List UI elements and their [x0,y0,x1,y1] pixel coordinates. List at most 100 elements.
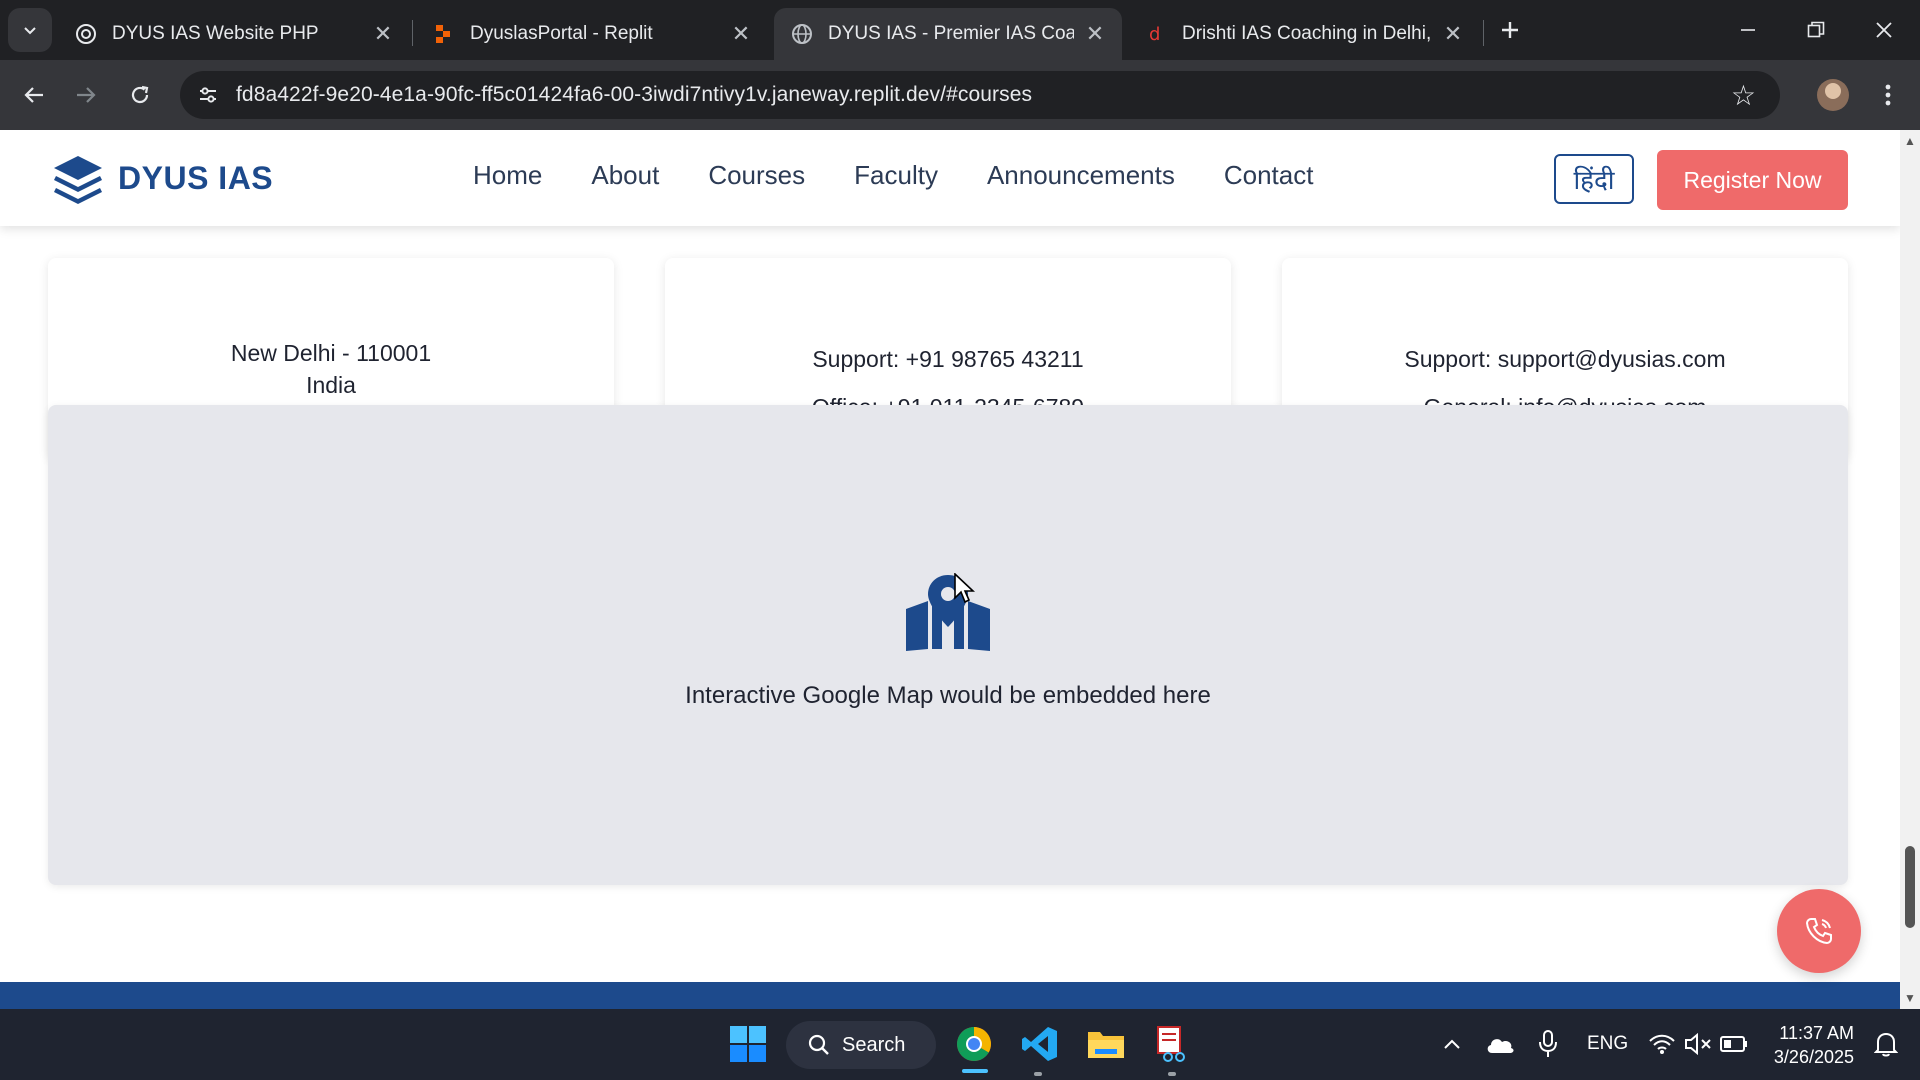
snipping-tool-icon [1157,1026,1185,1062]
scrollbar-thumb[interactable] [1905,846,1915,928]
layers-logo-icon [54,156,102,204]
folder-icon [1088,1032,1124,1058]
restore-icon [1807,21,1825,38]
wifi-icon [1649,1034,1675,1054]
reload-icon [131,85,149,104]
new-tab-button[interactable] [1490,10,1530,50]
footer-top-band [0,982,1900,1009]
browser-tab-1[interactable]: DYUS IAS Website PHP ✕ [58,8,410,60]
minimize-icon [1741,29,1755,31]
tab-title: DYUS IAS - Premier IAS Coachir [828,23,1074,44]
tab-title: DyuslasPortal - Replit [470,23,653,44]
nav-contact[interactable]: Contact [1224,160,1314,191]
running-app-indicator [1168,1072,1176,1076]
bookmark-star-icon[interactable]: ☆ [1731,79,1756,112]
site-info-icon[interactable] [194,81,222,109]
vscode-icon [1022,1027,1057,1061]
browser-tab-2[interactable]: DyuslasPortal - Replit ✕ [416,8,768,60]
battery-button[interactable] [1712,1022,1756,1066]
nav-about[interactable]: About [591,160,659,191]
close-icon[interactable]: ✕ [730,21,752,47]
close-icon[interactable]: ✕ [372,21,394,47]
microphone-icon [1539,1030,1557,1057]
page-scrollbar[interactable]: ▲ ▼ [1900,130,1920,1009]
support-phone: Support: +91 98765 43211 [812,346,1084,372]
tab-title: DYUS IAS Website PHP [112,23,319,44]
url-text: fd8a422f-9e20-4e1a-90fc-ff5c01424fa6-00-… [236,83,1033,106]
profile-avatar[interactable] [1817,79,1849,111]
chevron-down-icon [24,27,36,35]
notifications-button[interactable] [1864,1022,1908,1066]
back-button[interactable] [12,73,56,117]
windows-start-button[interactable] [726,1022,770,1066]
windows-taskbar: Search ENG 11:37 AM 3/26/2025 [0,1009,1920,1080]
chevron-up-icon [1444,1039,1460,1049]
tab-search-button[interactable] [8,8,52,52]
register-now-button[interactable]: Register Now [1657,150,1848,210]
chrome-icon [957,1027,991,1061]
nav-faculty[interactable]: Faculty [854,160,938,191]
onedrive-button[interactable] [1478,1022,1522,1066]
address-line: New Delhi - 110001 [230,340,432,366]
active-app-indicator [962,1069,988,1073]
plus-icon [1502,22,1518,38]
hindi-language-button[interactable]: हिंदी [1554,154,1634,204]
svg-text:d: d [1149,24,1160,45]
taskbar-vscode[interactable] [1018,1022,1062,1066]
minimize-button[interactable] [1714,0,1782,60]
clock-time: 11:37 AM [1779,1023,1854,1043]
taskbar-clock[interactable]: 11:37 AM 3/26/2025 [1770,1021,1854,1069]
browser-tab-4[interactable]: d Drishti IAS Coaching in Delhi, B ✕ [1128,8,1480,60]
brand-name: DYUS IAS [118,159,274,196]
battery-icon [1720,1036,1747,1052]
taskbar-search[interactable]: Search [786,1021,936,1069]
map-placeholder: Interactive Google Map would be embedded… [48,405,1848,885]
openai-icon [74,22,98,46]
tab-separator [1483,20,1484,46]
chrome-menu-button[interactable] [1866,73,1910,117]
support-email: Support: support@dyusias.com [1404,346,1726,372]
notification-bell-icon [1874,1032,1898,1057]
more-vertical-icon [1885,84,1891,106]
tab-title: Drishti IAS Coaching in Delhi, B [1182,23,1432,44]
browser-tab-strip: DYUS IAS Website PHP ✕ DyuslasPortal - R… [0,0,1920,60]
address-bar[interactable]: fd8a422f-9e20-4e1a-90fc-ff5c01424fa6-00-… [180,71,1780,119]
arrow-left-icon [24,87,43,103]
close-icon[interactable]: ✕ [1442,21,1464,47]
cloud-icon [1487,1039,1514,1053]
address-country: India [306,372,356,398]
search-label: Search [842,1033,906,1056]
scroll-down-icon[interactable]: ▼ [1903,991,1917,1005]
browser-toolbar: fd8a422f-9e20-4e1a-90fc-ff5c01424fa6-00-… [0,60,1920,130]
search-icon [808,1034,829,1055]
volume-muted-icon [1685,1033,1711,1055]
browser-tab-3[interactable]: DYUS IAS - Premier IAS Coachir ✕ [774,8,1122,60]
scroll-up-icon[interactable]: ▲ [1903,134,1917,148]
windows-logo-icon [730,1026,766,1062]
map-marker-icon [906,575,990,651]
phone-icon [1805,918,1832,945]
microphone-button[interactable] [1526,1022,1570,1066]
taskbar-snipping-tool[interactable] [1150,1022,1194,1066]
main-nav: Home About Courses Faculty Announcements… [473,160,1362,191]
clock-date: 3/26/2025 [1773,1047,1854,1067]
arrow-right-icon [77,87,96,103]
show-hidden-icons-button[interactable] [1430,1022,1474,1066]
forward-button[interactable] [64,73,108,117]
site-logo[interactable]: DYUS IAS [52,152,273,204]
nav-home[interactable]: Home [473,160,542,191]
call-floating-button[interactable] [1777,889,1861,973]
nav-announcements[interactable]: Announcements [987,160,1175,191]
replit-icon [432,22,456,46]
taskbar-file-explorer[interactable] [1084,1022,1128,1066]
nav-courses[interactable]: Courses [708,160,805,191]
tab-separator [412,20,413,46]
running-app-indicator [1034,1072,1042,1076]
page-viewport: New Delhi - 110001 India Support: +91 98… [0,130,1900,1009]
language-indicator[interactable]: ENG [1587,1033,1628,1055]
taskbar-chrome[interactable] [952,1022,996,1066]
close-window-button[interactable] [1850,0,1918,60]
close-icon[interactable]: ✕ [1084,21,1106,47]
reload-button[interactable] [118,73,162,117]
restore-button[interactable] [1782,0,1850,60]
